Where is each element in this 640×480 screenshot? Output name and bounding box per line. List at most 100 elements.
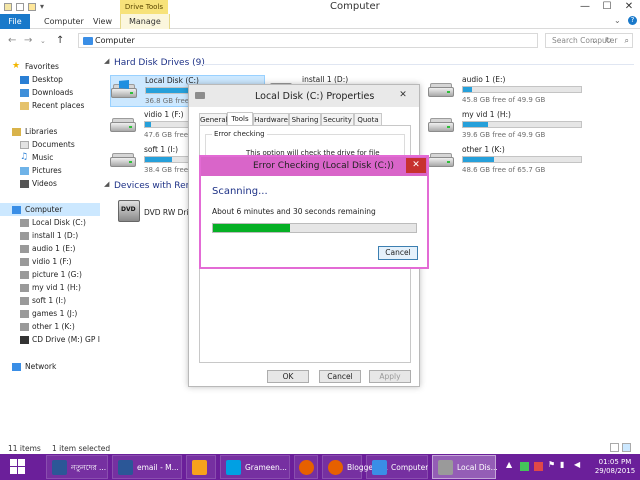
flag-icon[interactable]: ⚑ xyxy=(548,460,555,469)
nav-drive-k[interactable]: other 1 (K:) xyxy=(0,320,100,333)
ok-button[interactable]: OK xyxy=(267,370,309,383)
search-icon: ⌕ xyxy=(624,36,629,45)
network-icon[interactable]: ▮ xyxy=(560,460,564,469)
start-button[interactable] xyxy=(10,459,26,475)
nav-cd-drive-m[interactable]: CD Drive (M:) GP Int xyxy=(0,333,100,346)
drive-icon xyxy=(428,153,456,169)
tab-manage[interactable]: Manage xyxy=(120,14,170,29)
drive-tile-k[interactable]: other 1 (K:) 48.6 GB free of 65.7 GB xyxy=(428,145,588,177)
drive-tools-context: Drive Tools xyxy=(120,0,168,14)
properties-close-button[interactable]: ✕ xyxy=(395,89,411,102)
nav-libraries[interactable]: Libraries xyxy=(0,125,100,138)
minimize-button[interactable]: — xyxy=(574,0,596,14)
drive-usage-bar xyxy=(462,156,582,163)
expand-ribbon-icon[interactable]: ⌄ xyxy=(614,16,621,25)
search-box[interactable]: Search Computer ⌕ xyxy=(545,33,633,48)
taskbar-item-word-1[interactable]: নতুনদের ... xyxy=(46,455,108,479)
address-path: Computer xyxy=(95,36,135,45)
tray-app-icon[interactable] xyxy=(534,462,543,471)
nav-drive-h[interactable]: my vid 1 (H:) xyxy=(0,281,100,294)
nav-drive-i[interactable]: soft 1 (I:) xyxy=(0,294,100,307)
tab-sharing[interactable]: Sharing xyxy=(289,113,321,125)
close-button[interactable]: ✕ xyxy=(618,0,640,14)
nav-drive-g[interactable]: picture 1 (G:) xyxy=(0,268,100,281)
address-bar[interactable]: Computer ⌄ ↻ xyxy=(78,33,612,48)
group-divider xyxy=(200,64,634,65)
forward-icon[interactable]: → xyxy=(24,35,32,46)
drive-tile-e[interactable]: audio 1 (E:) 45.8 GB free of 49.9 GB xyxy=(428,75,588,107)
drive-icon xyxy=(20,271,29,279)
drive-icon xyxy=(20,245,29,253)
taskbar-item-local-disk[interactable]: Local Dis... xyxy=(432,455,498,479)
nav-computer[interactable]: Computer xyxy=(0,203,100,216)
status-items: 11 items xyxy=(8,444,41,453)
music-icon: ♫ xyxy=(20,152,29,162)
details-view-icon[interactable] xyxy=(610,443,619,452)
apply-button[interactable]: Apply xyxy=(369,370,411,383)
nav-music[interactable]: ♫ Music xyxy=(0,151,100,164)
maximize-button[interactable]: ☐ xyxy=(596,0,618,14)
volume-icon[interactable]: ◀ xyxy=(574,460,580,469)
firefox-icon xyxy=(299,460,314,475)
collapse-icon[interactable]: ◢ xyxy=(104,180,109,188)
network-icon xyxy=(12,363,21,371)
search-placeholder: Search Computer xyxy=(552,36,618,45)
drive-tile-dvd[interactable]: DVD DVD RW Drive xyxy=(110,198,198,230)
help-icon[interactable]: ? xyxy=(628,16,637,25)
tab-security[interactable]: Security xyxy=(321,113,354,125)
tab-file[interactable]: File xyxy=(0,14,30,29)
tray-app-icon[interactable] xyxy=(520,462,529,471)
new-folder-icon[interactable] xyxy=(28,3,36,11)
nav-pictures[interactable]: Pictures xyxy=(0,164,100,177)
nav-downloads[interactable]: Downloads xyxy=(0,86,100,99)
quick-access-dropdown-icon[interactable]: ▾ xyxy=(40,2,44,11)
clock-time: 01:05 PM xyxy=(598,458,632,466)
up-icon[interactable]: ↑ xyxy=(56,35,64,46)
nav-drive-d[interactable]: install 1 (D:) xyxy=(0,229,100,242)
nav-drive-c[interactable]: Local Disk (C:) xyxy=(0,216,100,229)
taskbar-item-firefox[interactable] xyxy=(294,455,318,479)
nav-favorites[interactable]: ★ Favorites xyxy=(0,60,100,73)
tab-quota[interactable]: Quota xyxy=(354,113,382,125)
taskbar-item-app[interactable] xyxy=(186,455,216,479)
nav-drive-j[interactable]: games 1 (J:) xyxy=(0,307,100,320)
drive-icon xyxy=(20,284,29,292)
back-icon[interactable]: ← xyxy=(8,35,16,46)
nav-documents[interactable]: Documents xyxy=(0,138,100,151)
nav-recent-places[interactable]: Recent places xyxy=(0,99,100,112)
taskbar-item-word-2[interactable]: email - M... xyxy=(112,455,182,479)
collapse-icon[interactable]: ◢ xyxy=(104,57,109,65)
drive-icon xyxy=(195,92,205,99)
error-checking-close-button[interactable]: ✕ xyxy=(406,158,426,173)
nav-drive-f[interactable]: vidio 1 (F:) xyxy=(0,255,100,268)
nav-desktop[interactable]: Desktop xyxy=(0,73,100,86)
show-hidden-icons[interactable]: ▲ xyxy=(506,460,512,469)
recent-locations-icon[interactable]: ⌄ xyxy=(40,37,46,45)
taskbar-clock[interactable]: 01:05 PM 29/08/2015 xyxy=(590,458,640,476)
taskbar-item-computer[interactable]: Computer xyxy=(366,455,428,479)
nav-network[interactable]: Network xyxy=(0,360,100,373)
taskbar-item-grameenphone[interactable]: Grameen... xyxy=(220,455,290,479)
tab-general[interactable]: General xyxy=(199,113,228,125)
tiles-view-icon[interactable] xyxy=(622,443,631,452)
drive-icon xyxy=(20,232,29,240)
drive-icon xyxy=(110,153,138,169)
folder-icon[interactable] xyxy=(4,3,12,11)
taskbar-item-blogger[interactable]: Blogger: ... xyxy=(322,455,388,479)
tab-tools[interactable]: Tools xyxy=(227,112,253,125)
drive-tile-h[interactable]: my vid 1 (H:) 39.6 GB free of 49.9 GB xyxy=(428,110,588,142)
properties-icon[interactable] xyxy=(16,3,24,11)
tab-computer[interactable]: Computer xyxy=(44,14,84,29)
tab-view[interactable]: View xyxy=(93,14,112,29)
tab-hardware[interactable]: Hardware xyxy=(253,113,289,125)
cancel-button[interactable]: Cancel xyxy=(319,370,361,383)
desktop-icon xyxy=(20,76,29,84)
nav-drive-e[interactable]: audio 1 (E:) xyxy=(0,242,100,255)
drive-icon xyxy=(20,258,29,266)
pictures-icon xyxy=(20,167,29,175)
nav-videos[interactable]: Videos xyxy=(0,177,100,190)
computer-icon xyxy=(372,460,387,475)
error-checking-title: Error Checking (Local Disk (C:)) xyxy=(253,161,395,171)
windows-drive-icon xyxy=(111,80,139,100)
scan-cancel-button[interactable]: Cancel xyxy=(378,246,418,260)
